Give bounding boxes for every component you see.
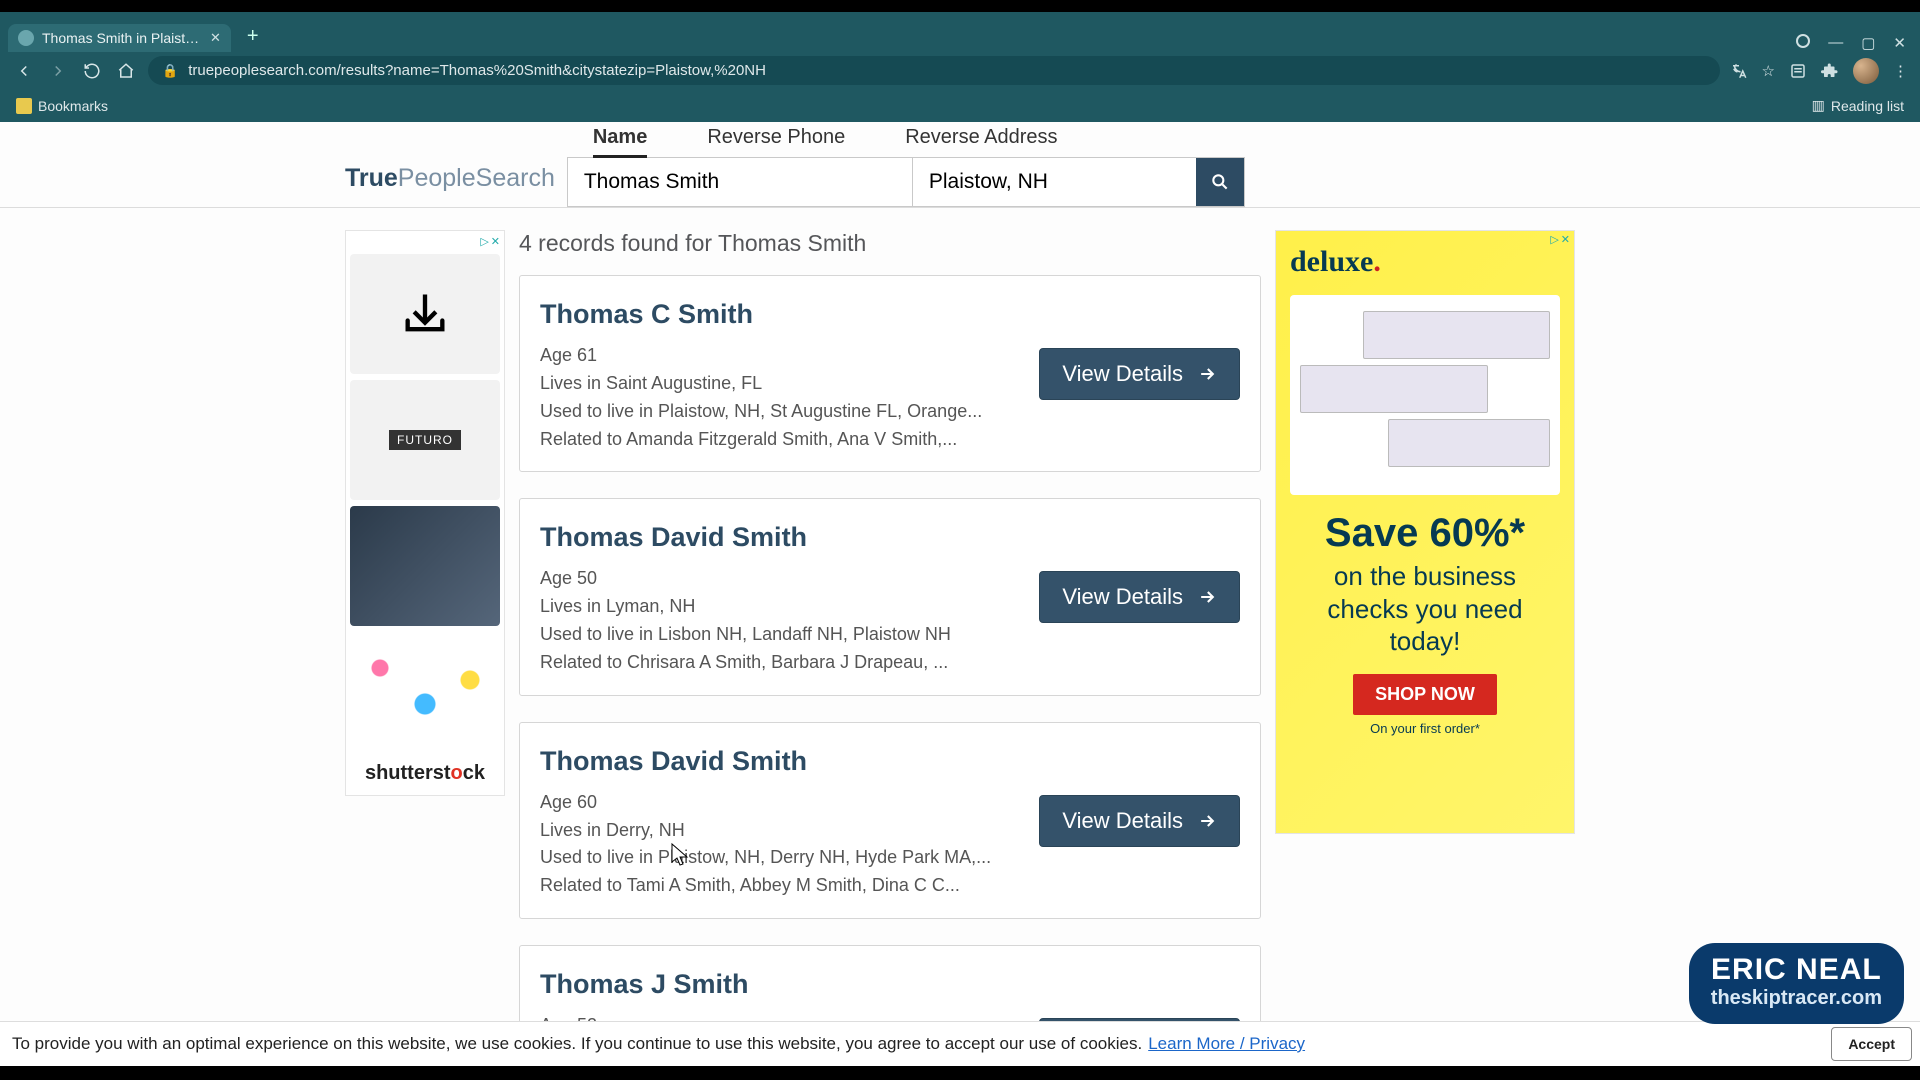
view-details-button[interactable]: View Details <box>1039 348 1240 400</box>
ad-image-icons-grid: FUTURO <box>350 380 500 500</box>
search-icon <box>1210 172 1230 192</box>
nav-forward-button[interactable] <box>46 59 70 83</box>
results-heading: 4 records found for Thomas Smith <box>519 230 1261 257</box>
ad-image-checks <box>1290 295 1560 495</box>
result-lives: Lives in Derry, NH <box>540 817 991 845</box>
view-details-button[interactable]: View Details <box>1039 571 1240 623</box>
result-name: Thomas David Smith <box>540 741 991 783</box>
result-name: Thomas J Smith <box>540 964 989 1006</box>
tab-favicon <box>18 30 34 46</box>
profile-avatar[interactable] <box>1853 58 1879 84</box>
site-logo[interactable]: TruePeopleSearch <box>345 164 555 207</box>
left-ad-panel[interactable]: ▷ ✕ FUTURO shutterstock <box>345 230 505 796</box>
window-minimize-icon[interactable]: ― <box>1828 34 1843 52</box>
result-card[interactable]: Thomas David Smith Age 50 Lives in Lyman… <box>519 498 1261 695</box>
chrome-menu-icon[interactable]: ⋮ <box>1893 62 1908 80</box>
result-used-to-live: Used to live in Plaistow, NH, St Augusti… <box>540 398 982 426</box>
view-details-button[interactable]: View Details <box>1039 795 1240 847</box>
ad-promo-headline: Save 60%* <box>1290 511 1560 556</box>
result-related: Related to Tami A Smith, Abbey M Smith, … <box>540 872 991 900</box>
translate-icon[interactable] <box>1730 62 1748 80</box>
window-maximize-icon[interactable]: ▢ <box>1861 34 1875 52</box>
adchoices-icon[interactable]: ▷ <box>480 235 488 248</box>
ad-promo-subline: on the business checks you need today! <box>1290 560 1560 658</box>
search-location-input[interactable] <box>913 158 1196 206</box>
ad-logo-deluxe: deluxe. <box>1290 245 1560 279</box>
arrow-right-icon <box>1197 587 1217 607</box>
browser-tab[interactable]: Thomas Smith in Plaistow, NH ✕ <box>8 24 231 52</box>
lock-icon: 🔒 <box>162 63 178 79</box>
ad-image-charts <box>350 632 500 752</box>
bookmark-star-icon[interactable]: ☆ <box>1762 62 1775 80</box>
cookie-learn-more-link[interactable]: Learn More / Privacy <box>1148 1034 1305 1054</box>
result-lives: Lives in Saint Augustine, FL <box>540 370 982 398</box>
ad-shop-now-button[interactable]: SHOP NOW <box>1353 674 1497 715</box>
ad-close-icon[interactable]: ✕ <box>491 235 500 248</box>
adchoices-icon[interactable]: ▷ <box>1550 233 1558 246</box>
nav-reload-button[interactable] <box>80 59 104 83</box>
cookie-text: To provide you with an optimal experienc… <box>12 1034 1142 1054</box>
ad-close-icon[interactable]: ✕ <box>1561 233 1570 246</box>
bookmarks-label: Bookmarks <box>38 98 108 114</box>
bookmarks-bar-button[interactable]: Bookmarks <box>16 98 108 114</box>
ad-brand-shutterstock: shutterstock <box>350 762 500 785</box>
search-name-input[interactable] <box>568 158 913 206</box>
window-close-icon[interactable]: ✕ <box>1893 34 1906 52</box>
skiptracer-watermark: ERIC NEAL theskiptracer.com <box>1689 943 1904 1025</box>
result-used-to-live: Used to live in Plaistow, NH, Derry NH, … <box>540 844 991 872</box>
tab-title: Thomas Smith in Plaistow, NH <box>42 30 202 46</box>
right-ad-panel[interactable]: ▷ ✕ deluxe. Save 60%* on the business ch… <box>1275 230 1575 834</box>
search-tab-name[interactable]: Name <box>593 122 647 158</box>
reading-list-icon: ▥ <box>1812 97 1825 114</box>
nav-home-button[interactable] <box>114 59 138 83</box>
bookmarks-folder-icon <box>16 98 32 114</box>
new-tab-button[interactable]: + <box>239 21 267 52</box>
result-card[interactable]: Thomas David Smith Age 60 Lives in Derry… <box>519 722 1261 919</box>
extensions-icon[interactable] <box>1821 62 1839 80</box>
search-tab-reverse-address[interactable]: Reverse Address <box>905 122 1057 157</box>
user-indicator-icon[interactable] <box>1796 34 1810 48</box>
reader-icon[interactable] <box>1789 62 1807 80</box>
arrow-right-icon <box>1197 364 1217 384</box>
result-card[interactable]: Thomas C Smith Age 61 Lives in Saint Aug… <box>519 275 1261 472</box>
reading-list-label: Reading list <box>1831 98 1904 114</box>
result-age: Age 61 <box>540 342 982 370</box>
result-age: Age 50 <box>540 565 951 593</box>
nav-back-button[interactable] <box>12 59 36 83</box>
search-submit-button[interactable] <box>1196 158 1244 206</box>
omnibox-url: truepeoplesearch.com/results?name=Thomas… <box>188 62 766 79</box>
ad-image-download-icon <box>350 254 500 374</box>
result-name: Thomas David Smith <box>540 517 951 559</box>
result-name: Thomas C Smith <box>540 294 982 336</box>
arrow-right-icon <box>1197 811 1217 831</box>
ad-image-photo <box>350 506 500 626</box>
ad-fine-print: On your first order* <box>1290 721 1560 736</box>
result-age: Age 60 <box>540 789 991 817</box>
omnibox[interactable]: 🔒 truepeoplesearch.com/results?name=Thom… <box>148 56 1720 85</box>
result-related: Related to Amanda Fitzgerald Smith, Ana … <box>540 426 982 454</box>
search-tab-reverse-phone[interactable]: Reverse Phone <box>707 122 845 157</box>
cookie-banner: To provide you with an optimal experienc… <box>0 1021 1920 1066</box>
result-related: Related to Chrisara A Smith, Barbara J D… <box>540 649 951 677</box>
tab-close-icon[interactable]: ✕ <box>210 30 221 46</box>
reading-list-button[interactable]: ▥ Reading list <box>1812 97 1904 114</box>
result-lives: Lives in Lyman, NH <box>540 593 951 621</box>
cookie-accept-button[interactable]: Accept <box>1831 1027 1912 1061</box>
result-used-to-live: Used to live in Lisbon NH, Landaff NH, P… <box>540 621 951 649</box>
